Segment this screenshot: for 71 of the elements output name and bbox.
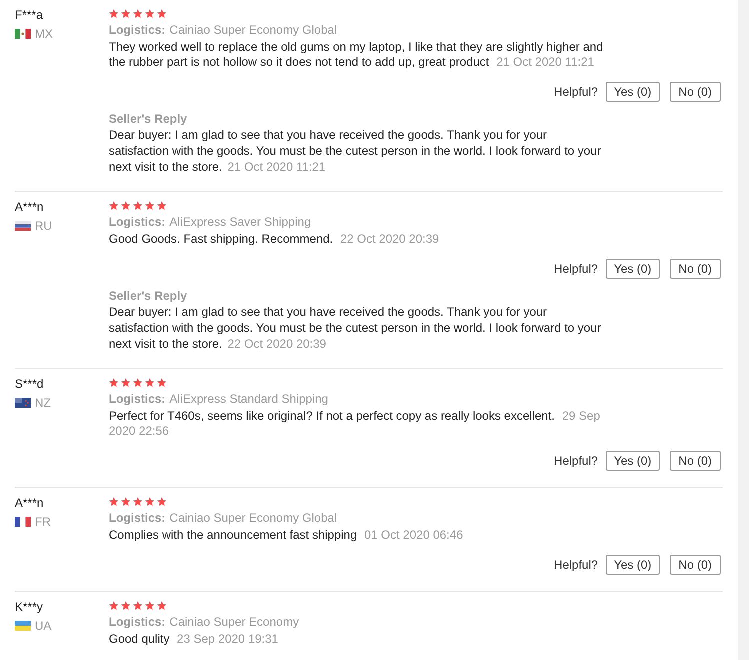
star-icon [109,9,119,19]
star-icon [109,201,119,211]
star-icon [145,9,155,19]
logistics-label: Logistics: [109,614,166,630]
star-icon [157,497,167,507]
flag-icon [15,398,31,408]
star-icon [157,201,167,211]
helpful-label: Helpful? [554,557,598,574]
logistics-method: Cainiao Super Economy Global [170,510,338,526]
reviewer-name: A***n [15,199,45,215]
review-text: They worked well to replace the old gums on my laptop, I like that they are slightly higher and the rubber part is not hollow so it does not tend to add up, great product 21 Oct 2020 11:21 [109,40,604,70]
seller-reply-title: Seller's Reply [109,288,188,304]
logistics-label: Logistics: [109,214,166,230]
no-button[interactable]: No (0) [670,259,721,279]
star-icon [133,201,143,211]
logistics-method: AliExpress Standard Shipping [170,391,328,407]
star-icon [145,497,155,507]
reviewer-name: S***d [15,376,45,392]
star-icon [157,378,167,388]
helpful-label: Helpful? [554,261,598,278]
flag-icon [15,29,31,39]
yes-button[interactable]: Yes (0) [606,555,660,575]
star-icon [133,601,143,611]
star-icon [157,601,167,611]
country-code: MX [35,26,53,42]
star-icon [145,601,155,611]
country-code: FR [35,514,51,530]
star-icon [121,9,131,19]
logistics-label: Logistics: [109,510,166,526]
logistics-method: Cainiao Super Economy Global [170,22,338,38]
star-icon [121,378,131,388]
reviewer-name: K***y [15,599,44,615]
star-icon [133,378,143,388]
yes-button[interactable]: Yes (0) [606,259,660,279]
star-icon [157,9,167,19]
no-button[interactable]: No (0) [670,555,721,575]
logistics-label: Logistics: [109,22,166,38]
seller-reply-text: Dear buyer: I am glad to see that you have received the goods. Thank you for your satisfaction with the goods. You must be the cutest person in the world. I look forward to your next visit to the store. 22 Oct 2020 20:39 [109,304,602,352]
yes-button[interactable]: Yes (0) [606,451,660,471]
logistics-method: Cainiao Super Economy [170,614,300,630]
helpful-label: Helpful? [554,453,598,470]
star-icon [109,601,119,611]
star-icon [133,497,143,507]
flag-icon [15,221,31,231]
country-code: RU [35,218,52,234]
logistics-label: Logistics: [109,391,166,407]
star-icon [145,378,155,388]
review-text: Good qulity 23 Sep 2020 19:31 [109,632,280,647]
logistics-method: AliExpress Saver Shipping [170,214,312,230]
star-icon [121,601,131,611]
star-icon [121,201,131,211]
flag-icon [15,621,31,631]
no-button[interactable]: No (0) [670,82,721,102]
review-text: Perfect for T460s, seems like original? If not a perfect copy as really looks excellent. 29 Sep 2020 22:56 [109,409,602,439]
reviewer-name: F***a [15,7,44,23]
seller-reply-text: Dear buyer: I am glad to see that you have received the goods. Thank you for your satisfaction with the goods. You must be the cutest person in the world. I look forward to your next visit to the store. 21 Oct 2020 11:21 [109,127,602,175]
no-button[interactable]: No (0) [670,451,721,471]
star-icon [121,497,131,507]
seller-reply-title: Seller's Reply [109,111,188,127]
star-icon [109,378,119,388]
country-code: UA [35,618,52,634]
reviewer-name: A***n [15,495,45,511]
flag-icon [15,517,31,527]
review-text: Complies with the announcement fast shipping 01 Oct 2020 06:46 [109,528,464,543]
star-icon [109,497,119,507]
star-icon [145,201,155,211]
helpful-label: Helpful? [554,84,598,101]
review-text: Good Goods. Fast shipping. Recommend. 22 Oct 2020 20:39 [109,232,440,247]
yes-button[interactable]: Yes (0) [606,82,660,102]
country-code: NZ [35,395,51,411]
star-icon [133,9,143,19]
